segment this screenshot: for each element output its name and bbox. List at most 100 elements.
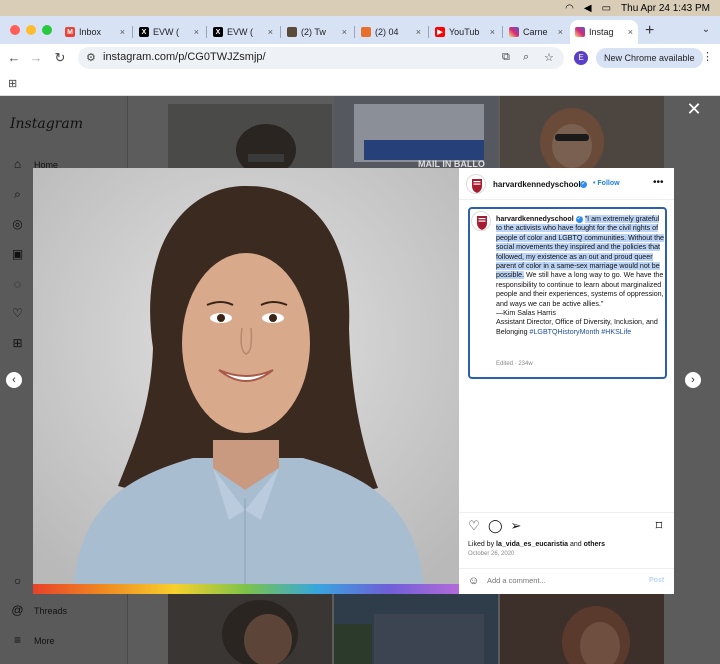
minimize-window-button[interactable]: [26, 25, 36, 35]
share-icon[interactable]: ➢: [509, 519, 523, 532]
grid-tile-mail[interactable]: MAIL IN BALLO: [334, 96, 498, 168]
menu-bar: ◠ ◀ ▭ Thu Apr 24 1:43 PM: [0, 0, 720, 16]
sidebar-item-threads-logo[interactable]: ○: [11, 575, 24, 588]
address-bar[interactable]: ⚙ instagram.com/p/CG0TWJZsmjp/ ⧉ ⌕ ☆: [78, 47, 564, 69]
liked-by-user[interactable]: la_vida_es_eucaristia: [496, 541, 568, 548]
gmail-icon: M: [65, 27, 75, 37]
site-info-icon[interactable]: ⚙: [86, 51, 96, 64]
caption-avatar[interactable]: [471, 211, 491, 231]
close-tab-icon[interactable]: ×: [490, 27, 495, 37]
caption-author: —Kim Salas Harris: [496, 309, 556, 318]
new-chrome-button[interactable]: New Chrome available: [596, 48, 703, 68]
home-icon: ⌂: [13, 157, 22, 171]
tab-twitter[interactable]: (2) Tw ×: [282, 20, 352, 44]
sidebar-item-reels[interactable]: ▣: [11, 248, 24, 261]
new-tab-icon[interactable]: +: [645, 22, 654, 40]
post-caption[interactable]: harvardkennedyschool ✓ "I am extremely g…: [496, 215, 664, 337]
tab-carnegie[interactable]: Carne ×: [504, 20, 568, 44]
close-icon[interactable]: ✕: [686, 100, 702, 118]
tab-instagram-active[interactable]: Instag ×: [570, 20, 638, 44]
close-tab-icon[interactable]: ×: [342, 27, 347, 37]
site-icon: [287, 27, 297, 37]
tab-evw-2[interactable]: X EVW ( ×: [208, 20, 278, 44]
tile-photo: [334, 614, 484, 664]
close-tab-icon[interactable]: ×: [268, 27, 273, 37]
chrome-menu-icon[interactable]: ⋮: [702, 50, 713, 63]
post-comment-button[interactable]: Post: [649, 577, 664, 584]
bookmark-star-icon[interactable]: ☆: [544, 51, 554, 64]
sidebar-item-notifications[interactable]: ♡: [11, 307, 24, 320]
sidebar-item-more[interactable]: ≡ More: [11, 634, 55, 647]
tab-inbox[interactable]: M Inbox ×: [60, 20, 130, 44]
sidebar-item-create[interactable]: ⊞: [11, 337, 24, 350]
close-window-button[interactable]: [10, 25, 20, 35]
grid-tile[interactable]: [334, 594, 498, 664]
post-username[interactable]: harvardkennedyschool: [493, 180, 581, 189]
sidebar-item-search[interactable]: ⌕: [11, 188, 24, 201]
harvard-shield-icon: [477, 216, 487, 230]
post-photo[interactable]: [33, 168, 459, 594]
reload-icon[interactable]: ↻: [52, 50, 68, 66]
zoom-window-button[interactable]: [42, 25, 52, 35]
previous-post-icon[interactable]: ‹: [6, 372, 22, 388]
comment-icon[interactable]: ◯: [488, 519, 503, 532]
next-post-icon[interactable]: ›: [685, 372, 701, 388]
grid-tile[interactable]: [168, 104, 332, 168]
window-controls: [10, 25, 52, 35]
compass-icon: ◎: [12, 217, 23, 231]
zoom-icon[interactable]: ⌕: [523, 51, 529, 64]
site-icon: [361, 27, 371, 37]
install-app-icon[interactable]: ⧉: [502, 51, 510, 64]
instagram-logo[interactable]: Instagram: [10, 116, 83, 132]
likes-connector: and: [568, 541, 584, 548]
close-tab-icon[interactable]: ×: [558, 27, 563, 37]
volume-icon[interactable]: ◀: [584, 3, 592, 14]
comment-composer: ☺ Post: [459, 568, 674, 594]
grid-tile[interactable]: [168, 594, 332, 664]
post-header: harvardkennedyschool ✓ • Follow •••: [459, 168, 674, 200]
grid-tile[interactable]: [500, 96, 664, 168]
tab-search-icon[interactable]: ⌄: [698, 22, 714, 38]
close-tab-icon[interactable]: ×: [628, 27, 633, 37]
tab-label: Instag: [589, 27, 614, 37]
caption-hashtags[interactable]: #LGBTQHistoryMonth #HKSLife: [530, 328, 632, 336]
search-icon: ⌕: [14, 187, 21, 201]
close-tab-icon[interactable]: ×: [416, 27, 421, 37]
tab-youtube[interactable]: ▶ YouTub ×: [430, 20, 500, 44]
tab-04[interactable]: (2) 04 ×: [356, 20, 426, 44]
x-icon: X: [139, 27, 149, 37]
close-tab-icon[interactable]: ×: [194, 27, 199, 37]
sidebar-item-threads[interactable]: @ Threads: [11, 604, 67, 617]
sidebar-item-messages[interactable]: ◌: [11, 278, 24, 291]
forward-icon[interactable]: →: [28, 50, 44, 65]
apps-grid-icon[interactable]: ⊞: [8, 77, 17, 90]
account-avatar[interactable]: [466, 174, 486, 194]
mail-banner-text: MAIL IN BALLO: [418, 159, 485, 168]
more-options-icon[interactable]: •••: [653, 177, 664, 188]
back-icon[interactable]: ←: [6, 50, 22, 65]
follow-button[interactable]: • Follow: [593, 180, 620, 187]
wifi-icon[interactable]: ◠: [565, 3, 574, 14]
caption-username[interactable]: harvardkennedyschool: [496, 215, 574, 223]
save-bookmark-icon[interactable]: ⌑: [652, 519, 666, 532]
url-text[interactable]: instagram.com/p/CG0TWJZsmjp/: [103, 51, 266, 63]
profile-avatar[interactable]: E: [574, 51, 588, 65]
instagram-icon: [575, 27, 585, 37]
menu-bar-datetime[interactable]: Thu Apr 24 1:43 PM: [621, 3, 710, 14]
like-heart-icon[interactable]: ♡: [467, 519, 481, 532]
battery-icon[interactable]: ▭: [602, 3, 611, 14]
tab-label: EVW (: [227, 27, 253, 37]
tile-photo: [236, 124, 296, 168]
close-tab-icon[interactable]: ×: [120, 27, 125, 37]
sidebar-item-explore[interactable]: ◎: [11, 218, 24, 231]
portrait-image: [33, 168, 459, 594]
grid-tile[interactable]: [500, 594, 664, 664]
youtube-icon: ▶: [435, 27, 445, 37]
comment-input[interactable]: [487, 576, 637, 585]
liked-by-others[interactable]: others: [584, 541, 605, 548]
tab-label: YouTub: [449, 27, 480, 37]
tab-evw-1[interactable]: X EVW ( ×: [134, 20, 204, 44]
verified-badge-icon: ✓: [580, 181, 587, 188]
emoji-icon[interactable]: ☺: [468, 575, 479, 587]
tile-photo: MAIL IN BALLO: [354, 104, 485, 168]
